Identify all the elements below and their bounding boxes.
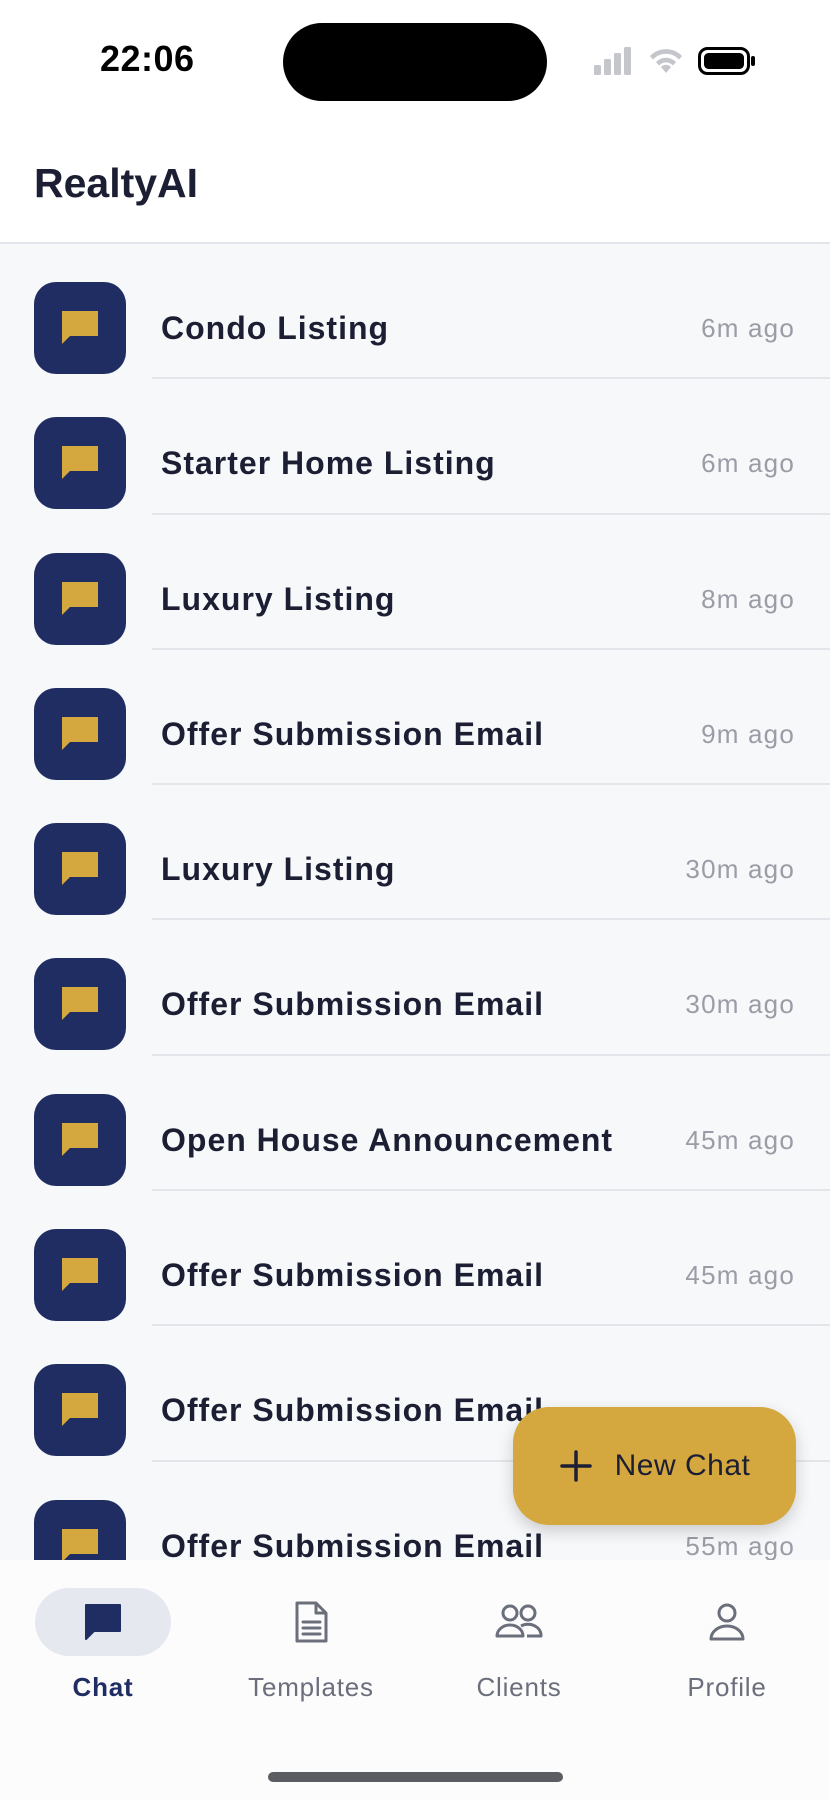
chat-title: Starter Home Listing <box>161 445 496 482</box>
bottom-tab-bar: Chat Templates Clients Profile <box>0 1560 830 1800</box>
chat-avatar <box>34 958 126 1051</box>
new-chat-button[interactable]: New Chat <box>513 1407 796 1525</box>
chat-list-item[interactable]: Luxury Listing 30m ago <box>0 785 830 921</box>
chat-avatar <box>34 1093 126 1186</box>
home-indicator <box>268 1772 563 1782</box>
chat-list-item[interactable]: Luxury Listing 8m ago <box>0 515 830 650</box>
chat-timestamp: 45m ago <box>685 1260 795 1291</box>
chat-title: Offer Submission Email <box>161 986 544 1023</box>
chat-timestamp: 8m ago <box>701 583 795 614</box>
chat-list-item[interactable]: Offer Submission Email 30m ago <box>0 920 830 1056</box>
tab-templates-icon-container <box>243 1588 379 1656</box>
cellular-signal-icon <box>594 47 631 75</box>
tab-chat[interactable]: Chat <box>35 1588 175 1708</box>
chat-bubble-icon <box>62 852 98 886</box>
chat-avatar <box>34 1229 126 1322</box>
chat-bubble-icon <box>62 716 98 750</box>
chat-avatar <box>34 282 126 374</box>
chat-timestamp: 45m ago <box>685 1124 795 1155</box>
chat-list-item[interactable]: Offer Submission Email 9m ago <box>0 650 830 786</box>
chat-title: Offer Submission Email <box>161 1527 544 1560</box>
app-header: RealtyAI <box>0 120 830 244</box>
app-title: RealtyAI <box>34 160 199 206</box>
chat-title: Condo Listing <box>161 310 390 346</box>
chat-list[interactable]: Condo Listing 6m ago Starter Home Listing 6… <box>0 244 830 1560</box>
tab-templates[interactable]: Templates <box>243 1588 383 1708</box>
tab-profile-label: Profile <box>687 1672 767 1702</box>
chat-bubble-icon <box>62 311 98 344</box>
chat-timestamp: 30m ago <box>685 989 795 1020</box>
chat-timestamp: 30m ago <box>685 854 795 885</box>
tab-profile[interactable]: Profile <box>659 1588 799 1708</box>
chat-timestamp: 6m ago <box>701 313 795 343</box>
chat-title: Offer Submission Email <box>161 715 544 752</box>
document-icon <box>295 1601 328 1643</box>
chat-list-item[interactable]: Condo Listing 6m ago <box>0 244 830 380</box>
tab-chat-icon-container <box>35 1588 171 1656</box>
chat-bubble-icon <box>62 1122 98 1156</box>
chat-avatar <box>34 417 126 510</box>
tab-clients[interactable]: Clients <box>451 1588 591 1708</box>
chat-list-item[interactable]: Offer Submission Email 45m ago <box>0 1191 830 1327</box>
chat-bubble-icon <box>62 446 98 480</box>
chat-bubble-icon <box>62 581 98 615</box>
status-time: 22:06 <box>100 38 195 79</box>
chat-avatar <box>34 823 126 916</box>
chat-bubble-icon <box>62 1258 98 1292</box>
chat-bubble-icon <box>62 1528 98 1560</box>
chat-title: Open House Announcement <box>161 1121 614 1158</box>
chat-avatar <box>34 1364 126 1457</box>
battery-icon <box>698 47 755 75</box>
chat-bubble-icon <box>85 1604 121 1640</box>
chat-list-item[interactable]: Open House Announcement 45m ago <box>0 1056 830 1192</box>
chat-list-item[interactable]: Starter Home Listing 6m ago <box>0 379 830 515</box>
dynamic-island <box>283 23 547 101</box>
person-icon <box>709 1603 745 1641</box>
tab-clients-icon-container <box>451 1588 587 1656</box>
chat-bubble-icon <box>62 987 98 1021</box>
status-icons <box>594 44 756 78</box>
plus-icon <box>559 1450 592 1482</box>
chat-title: Luxury Listing <box>161 580 396 617</box>
status-bar: 22:06 <box>0 0 830 120</box>
new-chat-label: New Chat <box>614 1449 751 1482</box>
users-icon <box>495 1604 543 1638</box>
chat-avatar <box>34 552 126 645</box>
tab-clients-label: Clients <box>476 1672 562 1702</box>
tab-profile-icon-container <box>659 1588 795 1656</box>
tab-templates-label: Templates <box>248 1672 374 1702</box>
chat-timestamp: 9m ago <box>701 718 795 749</box>
chat-timestamp: 55m ago <box>685 1530 795 1560</box>
chat-avatar <box>34 1499 126 1560</box>
chat-avatar <box>34 687 126 780</box>
tab-chat-label: Chat <box>72 1672 134 1702</box>
chat-title: Offer Submission Email <box>161 1257 544 1294</box>
chat-title: Luxury Listing <box>161 851 396 888</box>
wifi-icon <box>650 49 682 73</box>
chat-bubble-icon <box>62 1393 98 1427</box>
chat-timestamp: 6m ago <box>701 448 795 479</box>
chat-title: Offer Submission Email <box>161 1392 544 1429</box>
